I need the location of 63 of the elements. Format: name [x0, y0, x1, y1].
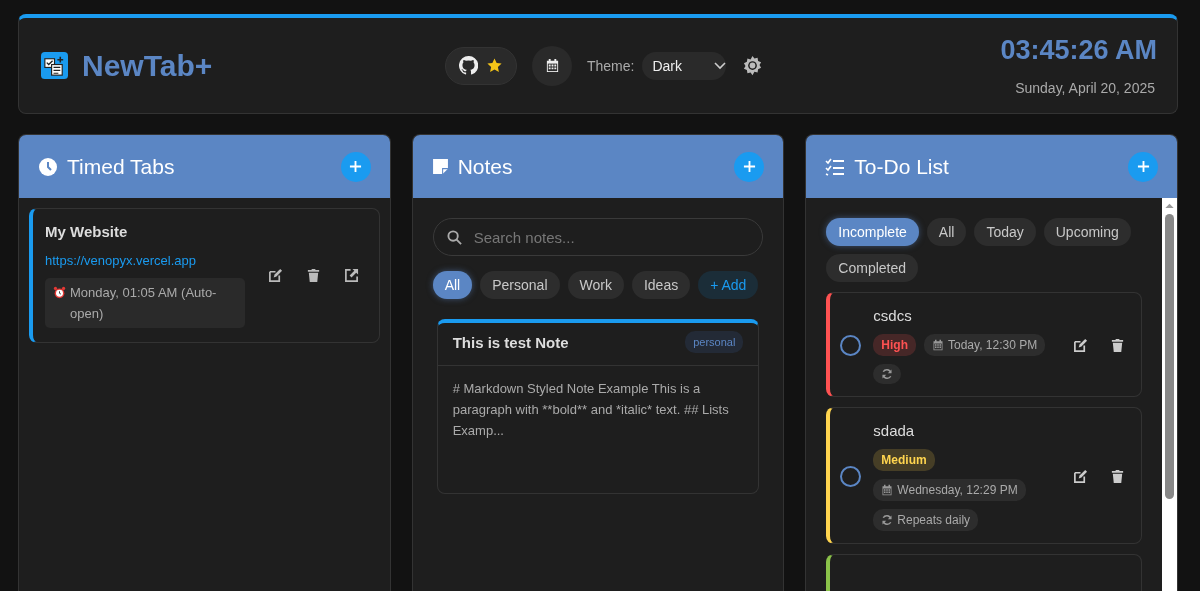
plus-icon	[742, 160, 756, 173]
plus-icon	[349, 160, 363, 173]
app-title: NewTab+	[82, 48, 213, 83]
filter-chip[interactable]: Work	[567, 271, 624, 299]
star-icon	[486, 57, 503, 74]
calendar-button[interactable]	[532, 45, 572, 86]
trash-icon[interactable]	[305, 268, 321, 283]
clock-icon	[38, 156, 58, 177]
priority-badge: High	[873, 334, 916, 356]
clock-date: Sunday, April 20, 2025	[1015, 80, 1156, 96]
checklist-icon	[825, 156, 846, 177]
clock-time: 03:45:26 AM	[1000, 35, 1157, 66]
scrollbar[interactable]	[1162, 198, 1177, 591]
schedule-text: Monday, 01:05 AM (Auto-open)	[70, 284, 218, 323]
search-icon	[446, 230, 462, 245]
edit-icon[interactable]	[267, 268, 283, 283]
note-preview: # Markdown Styled Note Example This is a paragraph with **bold** and *italic* text. ## Lists Examp...	[451, 380, 730, 440]
panel-title: Timed Tabs	[67, 154, 176, 179]
github-icon	[459, 56, 478, 75]
add-button[interactable]	[734, 151, 765, 182]
filter-chip[interactable]: Upcoming	[1043, 218, 1131, 246]
priority-badge: Medium	[873, 449, 935, 471]
search-field[interactable]: Search notes...	[432, 218, 764, 256]
filter-chip[interactable]: All	[926, 218, 967, 246]
todo-title: csdcs	[873, 307, 913, 324]
logo-icon	[41, 52, 68, 79]
settings-icon[interactable]	[742, 55, 764, 76]
filter-chip[interactable]: Incomplete	[826, 218, 919, 246]
theme-select[interactable]: Dark	[642, 51, 727, 80]
tab-url-link[interactable]: https://venopyx.vercel.app	[45, 253, 245, 268]
filter-chip[interactable]: Personal	[480, 271, 560, 299]
note-title: This is test Note	[452, 333, 569, 351]
github-star-button[interactable]	[445, 46, 517, 85]
todo-title: sdada	[873, 422, 916, 439]
checkbox[interactable]	[840, 335, 862, 356]
panel-title: Notes	[457, 154, 514, 179]
panel-title: To-Do List	[854, 154, 950, 179]
trash-icon[interactable]	[1110, 338, 1126, 353]
repeat-badge: Repeats daily	[873, 509, 979, 531]
external-link-icon[interactable]	[343, 268, 359, 283]
note-card[interactable]: This is test Note personal # Markdown Styled Note Example This is a paragraph with **bold** and *italic* text. ## Lists Examp...	[436, 319, 760, 494]
chevron-down-icon	[714, 61, 727, 70]
plus-icon	[1136, 160, 1150, 173]
add-button[interactable]	[1128, 151, 1158, 182]
alarm-clock-icon	[53, 286, 66, 299]
checkbox[interactable]	[840, 466, 862, 487]
tab-title: My Website	[45, 223, 129, 240]
note-icon	[431, 158, 449, 175]
filter-chip[interactable]: Ideas	[631, 271, 691, 299]
note-tag: personal	[685, 331, 744, 353]
edit-icon[interactable]	[1073, 338, 1089, 353]
due-date-badge: Wednesday, 12:29 PM	[873, 479, 1026, 501]
theme-label: Theme:	[587, 57, 635, 74]
trash-icon[interactable]	[1110, 469, 1126, 484]
edit-icon[interactable]	[1073, 469, 1089, 484]
filter-chip[interactable]: Today	[974, 218, 1036, 246]
calendar-icon	[544, 58, 560, 73]
scroll-up-arrow-icon[interactable]	[1165, 203, 1174, 208]
add-category-button[interactable]: + Add	[698, 271, 759, 299]
filter-chip[interactable]: Completed	[826, 254, 919, 282]
filter-chip[interactable]: All	[432, 271, 473, 299]
due-date-badge: Today, 12:30 PM	[924, 334, 1046, 356]
add-button[interactable]	[340, 151, 371, 182]
